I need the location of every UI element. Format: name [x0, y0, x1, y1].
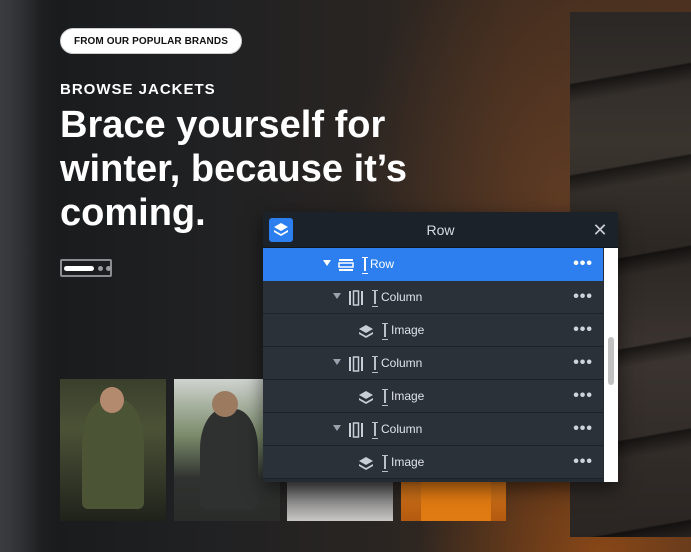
jacket-figure [82, 399, 144, 509]
tree-row-label: Image [391, 389, 425, 403]
text-cursor-icon [382, 323, 388, 340]
column-icon [349, 356, 363, 372]
tree-row-label: Image [391, 455, 425, 469]
panel-scrollbar[interactable] [604, 248, 618, 482]
jacket-figure [421, 479, 491, 521]
more-options-icon[interactable]: ••• [573, 446, 593, 477]
slider-dot[interactable] [98, 266, 103, 271]
person-head [212, 391, 238, 417]
text-cursor-icon [382, 389, 388, 406]
text-cursor-icon [372, 422, 378, 439]
jacket-figure [200, 409, 258, 509]
text-cursor-icon [362, 257, 368, 274]
chevron-down-icon[interactable] [333, 359, 341, 365]
layers-panel: Row ✕ Row ••• Column ••• Image ••• Colum… [263, 212, 618, 482]
layers-icon [359, 391, 373, 404]
more-options-icon[interactable]: ••• [573, 380, 593, 411]
scrollbar-thumb[interactable] [608, 337, 614, 385]
chevron-down-icon[interactable] [323, 260, 331, 266]
brands-badge[interactable]: FROM OUR POPULAR BRANDS [60, 28, 242, 54]
more-options-icon[interactable]: ••• [573, 347, 593, 378]
person-head [100, 387, 124, 413]
product-image[interactable] [60, 379, 166, 521]
slider-dot[interactable] [106, 266, 111, 271]
close-icon[interactable]: ✕ [590, 220, 610, 240]
more-options-icon[interactable]: ••• [573, 281, 593, 312]
row-icon [338, 259, 354, 271]
tree-row-column[interactable]: Column ••• [263, 347, 603, 380]
chevron-down-icon[interactable] [333, 425, 341, 431]
layers-icon [359, 325, 373, 338]
tree-row-label: Column [381, 422, 423, 436]
tree-row-label: Row [370, 257, 395, 271]
tree-row-image[interactable]: Image ••• [263, 380, 603, 413]
carousel-indicator[interactable] [60, 259, 112, 277]
layers-tree: Row ••• Column ••• Image ••• Column ••• … [263, 248, 603, 479]
tree-row-column[interactable]: Column ••• [263, 281, 603, 314]
column-icon [349, 290, 363, 306]
eyebrow-heading: BROWSE JACKETS [60, 81, 216, 98]
tree-row-image[interactable]: Image ••• [263, 314, 603, 347]
tree-row-label: Image [391, 323, 425, 337]
tree-row-column[interactable]: Column ••• [263, 413, 603, 446]
more-options-icon[interactable]: ••• [573, 314, 593, 345]
panel-header: Row ✕ [263, 212, 618, 248]
more-options-icon[interactable]: ••• [573, 248, 593, 279]
tree-row-row[interactable]: Row ••• [263, 248, 603, 281]
tree-row-label: Column [381, 356, 423, 370]
tree-row-image[interactable]: Image ••• [263, 446, 603, 479]
chevron-down-icon[interactable] [333, 293, 341, 299]
slider-active-bar [64, 266, 94, 271]
text-cursor-icon [372, 356, 378, 373]
tree-row-label: Column [381, 290, 423, 304]
text-cursor-icon [372, 290, 378, 307]
layers-icon [359, 457, 373, 470]
panel-title: Row [426, 222, 455, 238]
column-icon [349, 422, 363, 438]
text-cursor-icon [382, 455, 388, 472]
more-options-icon[interactable]: ••• [573, 413, 593, 444]
